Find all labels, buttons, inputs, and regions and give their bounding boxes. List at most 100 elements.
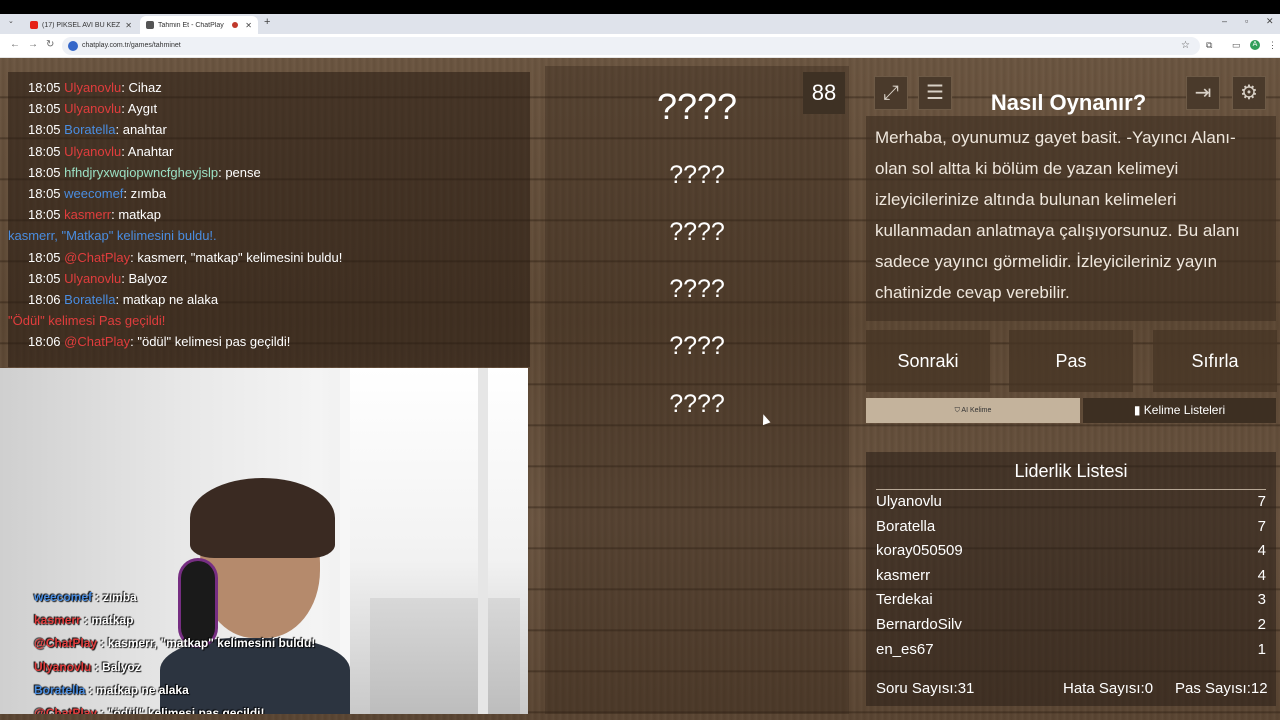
overlay-message: @ChatPlay : kasmerr, "matkap" kelimesini… <box>34 632 315 655</box>
reload-icon[interactable]: ↻ <box>46 39 54 50</box>
notes-icon[interactable]: ☰ <box>918 76 952 110</box>
overlay-message: weecomef : zımba <box>34 586 315 609</box>
cast-icon[interactable]: ▭ <box>1232 40 1241 51</box>
chat-user[interactable]: Ulyanovlu <box>64 144 121 159</box>
tab-youtube[interactable]: (17) PİKSEL AVI BU KEZ TERLETİ ✕ <box>24 16 138 34</box>
chat-time: 18:05 <box>28 80 61 95</box>
forbidden-word: ???? <box>669 332 725 360</box>
overlay-text: : Balyoz <box>91 659 141 674</box>
chat-user[interactable]: @ChatPlay <box>64 334 130 349</box>
restore-icon[interactable]: ▫ <box>1245 16 1248 26</box>
gear-icon[interactable]: ⚙ <box>1232 76 1266 110</box>
chat-message: 18:05 Ulyanovlu: Aygıt <box>28 98 530 119</box>
exit-icon[interactable]: ⇥ <box>1186 76 1220 110</box>
youtube-icon <box>30 21 38 29</box>
chat-user[interactable]: Ulyanovlu <box>64 271 121 286</box>
chat-message: 18:05 hfhdjryxwqiopwncfgheyjslp: pense <box>28 162 530 183</box>
chat-text: : Anahtar <box>121 143 174 159</box>
leaderboard-row: Boratella 7 <box>876 515 1266 540</box>
chat-user[interactable]: Boratella <box>64 292 115 307</box>
chat-time: 18:05 <box>28 185 61 201</box>
overlay-message: Ulyanovlu : Balyoz <box>34 656 315 679</box>
player-score: 2 <box>1257 615 1266 633</box>
player-score: 3 <box>1257 591 1266 609</box>
chat-user[interactable]: Ulyanovlu <box>64 80 121 95</box>
close-icon[interactable]: ✕ <box>125 21 132 30</box>
chat-message: 18:05 @ChatPlay: kasmerr, "matkap" kelim… <box>28 247 530 268</box>
reset-button[interactable]: Sıfırla <box>1153 330 1277 392</box>
webcam-buildings <box>370 598 520 714</box>
menu-icon[interactable]: ⋮ <box>1268 40 1277 51</box>
webcam-chat-overlay: weecomef : zımba kasmerr : matkap @ChatPla… <box>34 586 315 714</box>
word-column: 88 ???? ???? ???? ???? ???? ???? <box>545 66 849 714</box>
chat-text: : anahtar <box>115 122 167 138</box>
document-icon: ▮ <box>1133 403 1144 417</box>
overlay-user: @ChatPlay <box>34 705 98 714</box>
player-name: Terdekai <box>876 591 933 609</box>
leaderboard-row: koray050509 4 <box>876 539 1266 564</box>
site-info-icon[interactable] <box>68 41 78 51</box>
close-icon[interactable]: ✕ <box>245 21 252 30</box>
chat-message: "Ödül" kelimesi Pas geçildi! <box>8 310 530 331</box>
avatar[interactable]: A <box>1250 40 1260 50</box>
player-score: 4 <box>1257 566 1266 584</box>
error-count: Hata Sayısı:0 <box>1063 680 1154 697</box>
new-tab-icon[interactable]: + <box>264 16 270 28</box>
forbidden-word: ???? <box>669 218 725 246</box>
chat-text: : Balyoz <box>121 270 168 286</box>
chat-panel: 18:05 Ulyanovlu: Cihaz 18:05 Ulyanovlu: A… <box>8 72 530 367</box>
chat-time: 18:05 <box>28 101 61 117</box>
fullscreen-icon[interactable]: ⤢ <box>874 76 908 110</box>
bookmark-star-icon[interactable]: ☆ <box>1181 37 1190 55</box>
tab-title: Tahmin Et - ChatPlay <box>158 21 224 29</box>
chat-text: : matkap <box>111 207 161 223</box>
chat-user[interactable]: kasmerr <box>64 207 111 222</box>
top-black-bar <box>0 0 1280 14</box>
leaderboard-row: BernardoSilv 2 <box>876 613 1266 638</box>
player-score: 1 <box>1257 640 1266 658</box>
chat-time: 18:05 <box>28 249 61 265</box>
chat-text: : Aygıt <box>121 101 158 117</box>
tab-search-icon[interactable]: ⌄ <box>8 17 14 25</box>
player-name: Boratella <box>876 517 936 535</box>
player-name: Ulyanovlu <box>876 493 942 510</box>
player-name: kasmerr <box>876 566 931 584</box>
chat-message: 18:05 Ulyanovlu: Anahtar <box>28 141 530 162</box>
chat-time: 18:06 <box>28 334 61 350</box>
leaderboard-list: Ulyanovlu 7 Boratella 7 koray050509 4 kasmerr 4… <box>876 490 1266 662</box>
overlay-user: @ChatPlay <box>34 636 98 651</box>
question-count: Soru Sayısı:31 <box>876 680 975 697</box>
chat-user[interactable]: hfhdjryxwqiopwncfgheyjslp <box>64 165 218 180</box>
chat-message: 18:05 Ulyanovlu: Balyoz <box>28 268 530 289</box>
webcam-window-frame <box>478 368 488 714</box>
chat-message: 18:06 Boratella: matkap ne alaka <box>28 289 530 310</box>
app-root: ⌄ (17) PİKSEL AVI BU KEZ TERLETİ ✕ Tahmi… <box>0 0 1280 720</box>
chat-user[interactable]: @ChatPlay <box>64 250 130 265</box>
player-score: 7 <box>1257 493 1266 510</box>
url-input[interactable]: chatplay.com.tr/games/tahminet ☆ <box>62 37 1200 55</box>
minimize-icon[interactable]: – <box>1222 16 1227 26</box>
ai-word-button[interactable]: ⛉ AI Kelime <box>866 398 1080 423</box>
webcam-feed: weecomef : zımba kasmerr : matkap @ChatPla… <box>0 368 528 714</box>
pass-button[interactable]: Pas <box>1009 330 1133 392</box>
chat-user[interactable]: weecomef <box>64 186 123 201</box>
window-close-icon[interactable]: ✕ <box>1266 16 1274 27</box>
back-icon[interactable]: ← <box>10 39 20 50</box>
chat-user[interactable]: Ulyanovlu <box>64 101 121 116</box>
player-name: koray050509 <box>876 542 963 560</box>
chat-message: 18:05 Ulyanovlu: Cihaz <box>28 77 530 98</box>
target-word: ???? <box>656 86 738 127</box>
tab-chatplay[interactable]: Tahmin Et - ChatPlay ✕ <box>140 16 258 34</box>
overlay-text: : "ödül" kelimesi pas geçildi! <box>97 705 265 714</box>
next-button[interactable]: Sonraki <box>866 330 990 392</box>
ai-word-label: AI Kelime <box>961 407 992 414</box>
overlay-text: : kasmerr, "matkap" kelimesini buldu! <box>97 636 316 651</box>
chat-user[interactable]: Boratella <box>64 122 115 137</box>
chat-message: kasmerr, "Matkap" kelimesini buldu!. <box>8 225 530 246</box>
address-bar: ← → ↻ chatplay.com.tr/games/tahminet ☆ ⧉… <box>0 34 1280 58</box>
extensions-icon[interactable]: ⧉ <box>1206 40 1212 51</box>
word-lists-button[interactable]: ▮ Kelime Listeleri <box>1083 398 1276 423</box>
overlay-message: Boratella : matkap ne alaka <box>34 679 315 702</box>
overlay-text: : zımba <box>92 590 137 604</box>
forward-icon[interactable]: → <box>28 39 38 50</box>
